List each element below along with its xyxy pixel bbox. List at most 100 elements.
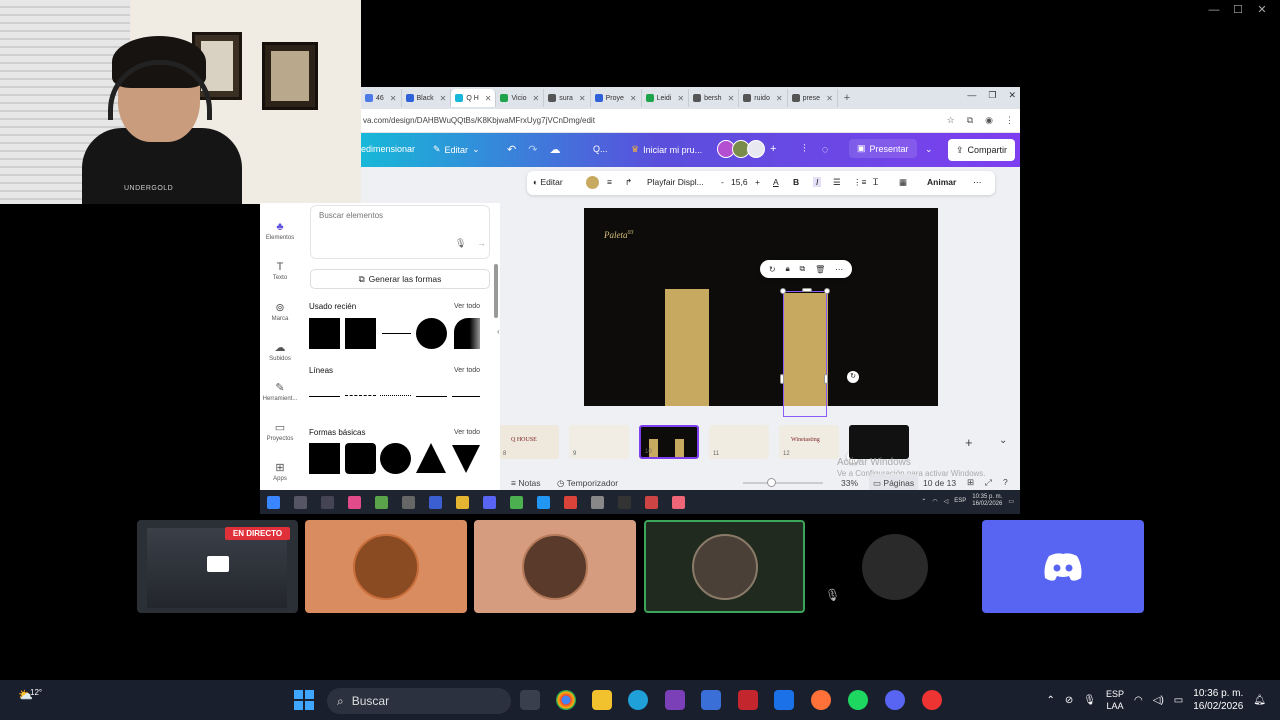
rail-item[interactable]: ⊚ Marca bbox=[260, 301, 300, 322]
duplicate-icon[interactable]: ⧉ bbox=[800, 264, 806, 274]
arrow-right-icon[interactable]: → bbox=[477, 238, 486, 248]
task-view-icon[interactable] bbox=[321, 495, 334, 509]
collapse-panel-icon[interactable]: ‹ bbox=[497, 327, 500, 336]
resize-handle[interactable] bbox=[824, 288, 830, 294]
microphone-icon[interactable]: 🎙︎ bbox=[455, 238, 466, 249]
resize-handle[interactable] bbox=[780, 374, 784, 384]
app-icon[interactable] bbox=[348, 495, 361, 509]
shape-triangle[interactable] bbox=[416, 443, 446, 473]
italic-button[interactable]: I bbox=[813, 177, 822, 187]
new-tab-button[interactable]: + bbox=[838, 92, 856, 104]
page-thumbnail[interactable]: 10 bbox=[639, 425, 699, 459]
close-tab-icon[interactable]: ✕ bbox=[485, 94, 492, 103]
grid-view-icon[interactable]: ⊞ bbox=[967, 477, 974, 488]
address-bar[interactable]: va.com/design/DAHBWuQQtBs/K8KbjwaMFrxUyg… bbox=[361, 109, 1020, 133]
file-explorer-icon[interactable] bbox=[592, 690, 612, 710]
extensions-icon[interactable]: ⧉ bbox=[967, 115, 973, 126]
url-text[interactable]: va.com/design/DAHBWuQQtBs/K8KbjwaMFrxUyg… bbox=[361, 116, 595, 125]
slide-canvas[interactable]: Paleta03 bbox=[584, 208, 938, 406]
rail-item[interactable]: ♣ Elementos bbox=[260, 221, 300, 241]
app-icon[interactable] bbox=[618, 495, 631, 509]
more-icon[interactable]: ⋯ bbox=[835, 265, 843, 274]
notes-button[interactable]: ≡ Notas bbox=[511, 478, 541, 488]
browser-tab[interactable]: Black ✕ bbox=[402, 89, 452, 107]
shape-circle[interactable] bbox=[416, 318, 447, 349]
edit-menu-button[interactable]: ✎ Editar ⌄ bbox=[433, 144, 480, 155]
panel-scrollbar[interactable] bbox=[494, 264, 498, 318]
shape-inverted-triangle[interactable] bbox=[452, 445, 480, 473]
app-icon[interactable] bbox=[922, 690, 942, 710]
close-icon[interactable]: ✕ bbox=[1250, 2, 1274, 18]
collaborator-avatars[interactable]: + bbox=[717, 140, 776, 158]
battery-icon[interactable]: ▭ bbox=[1174, 695, 1183, 706]
zoom-level[interactable]: 33% bbox=[841, 478, 858, 488]
discord-tile[interactable] bbox=[982, 520, 1144, 613]
app-icon[interactable] bbox=[591, 495, 604, 509]
windows-start-icon[interactable] bbox=[267, 495, 280, 509]
browser-tab[interactable]: ruido ✕ bbox=[739, 89, 788, 107]
folder-icon[interactable] bbox=[456, 495, 469, 509]
chevron-down-icon[interactable]: ⌄ bbox=[999, 435, 1007, 446]
wifi-icon[interactable]: ◠ bbox=[1134, 695, 1143, 706]
close-tab-icon[interactable]: ✕ bbox=[826, 94, 833, 103]
firefox-icon[interactable] bbox=[811, 690, 831, 710]
mcafee-icon[interactable] bbox=[738, 690, 758, 710]
notification-icon[interactable]: ▭ bbox=[1008, 498, 1014, 505]
undo-icon[interactable]: ↶ bbox=[507, 143, 516, 156]
app-icon[interactable] bbox=[375, 495, 388, 509]
notification-bell-icon[interactable]: 🔔︎ bbox=[1253, 695, 1266, 706]
bookmark-star-icon[interactable]: ☆ bbox=[947, 115, 955, 126]
line-solid[interactable] bbox=[309, 396, 340, 397]
page-thumbnail[interactable] bbox=[849, 425, 909, 459]
font-size-increase[interactable]: + bbox=[755, 177, 760, 187]
timer-button[interactable]: ◷ Temporizador bbox=[557, 478, 618, 489]
avatar[interactable] bbox=[747, 140, 765, 158]
cloud-save-icon[interactable]: ☁ bbox=[549, 143, 560, 156]
page-thumbnail[interactable]: 9 bbox=[569, 425, 629, 459]
maximize-icon[interactable]: ☐ bbox=[1226, 2, 1250, 18]
line-dotted[interactable] bbox=[380, 395, 411, 396]
close-icon[interactable]: ✕ bbox=[1008, 90, 1016, 101]
windows-start-icon[interactable] bbox=[294, 690, 314, 710]
rotate-handle-icon[interactable]: ↻ bbox=[847, 371, 859, 383]
chevron-up-icon[interactable]: ⌃ bbox=[921, 498, 926, 505]
browser-tab[interactable]: bersh ✕ bbox=[689, 89, 740, 107]
app-icon[interactable] bbox=[537, 495, 550, 509]
shape-square[interactable] bbox=[345, 318, 376, 349]
analytics-icon[interactable]: ⫶ bbox=[803, 143, 806, 156]
chrome-icon[interactable] bbox=[556, 690, 576, 710]
font-size-decrease[interactable]: - bbox=[721, 177, 724, 187]
shape-circle[interactable] bbox=[380, 443, 411, 474]
task-view-icon[interactable] bbox=[520, 690, 540, 710]
volume-icon[interactable]: ◁) bbox=[1153, 695, 1164, 706]
element-search-box[interactable]: 🎙︎ → bbox=[310, 205, 490, 259]
resize-handle[interactable] bbox=[824, 374, 828, 384]
shape-rounded-square[interactable] bbox=[345, 443, 376, 474]
align-icon[interactable]: ☰ bbox=[833, 177, 841, 188]
brave-icon[interactable] bbox=[564, 495, 577, 509]
add-page-button[interactable]: + bbox=[965, 435, 973, 450]
shape-square[interactable] bbox=[309, 443, 340, 474]
taskbar-search[interactable]: ⌕ Buscar bbox=[327, 688, 511, 714]
search-input[interactable] bbox=[319, 211, 439, 220]
browser-tab[interactable]: prese ✕ bbox=[788, 89, 838, 107]
app-icon[interactable] bbox=[402, 495, 415, 509]
text-color-swatch[interactable] bbox=[586, 176, 599, 189]
browser-tab[interactable]: Leidi ✕ bbox=[642, 89, 690, 107]
line-arrow[interactable] bbox=[416, 396, 447, 397]
dropbox-icon[interactable] bbox=[774, 690, 794, 710]
page-thumbnail[interactable]: Winetasting 12 bbox=[779, 425, 839, 459]
curve-icon[interactable]: ↱ bbox=[625, 177, 632, 188]
rail-item[interactable]: ✎ Herramient... bbox=[260, 381, 300, 402]
spotify-icon[interactable] bbox=[848, 690, 868, 710]
microphone-icon[interactable]: 🎙︎ bbox=[1083, 695, 1096, 706]
shape-arch[interactable] bbox=[454, 318, 480, 349]
rotate-icon[interactable]: ↻ bbox=[769, 265, 776, 274]
line-dashed[interactable] bbox=[345, 395, 376, 396]
discord-icon[interactable] bbox=[483, 495, 496, 509]
clock[interactable]: 10:36 p. m. 16/02/2026 bbox=[1193, 687, 1243, 713]
close-tab-icon[interactable]: ✕ bbox=[677, 94, 684, 103]
minimize-icon[interactable]: — bbox=[1202, 2, 1226, 18]
selection-outline[interactable] bbox=[783, 291, 827, 417]
rail-item[interactable]: T Texto bbox=[260, 261, 300, 281]
